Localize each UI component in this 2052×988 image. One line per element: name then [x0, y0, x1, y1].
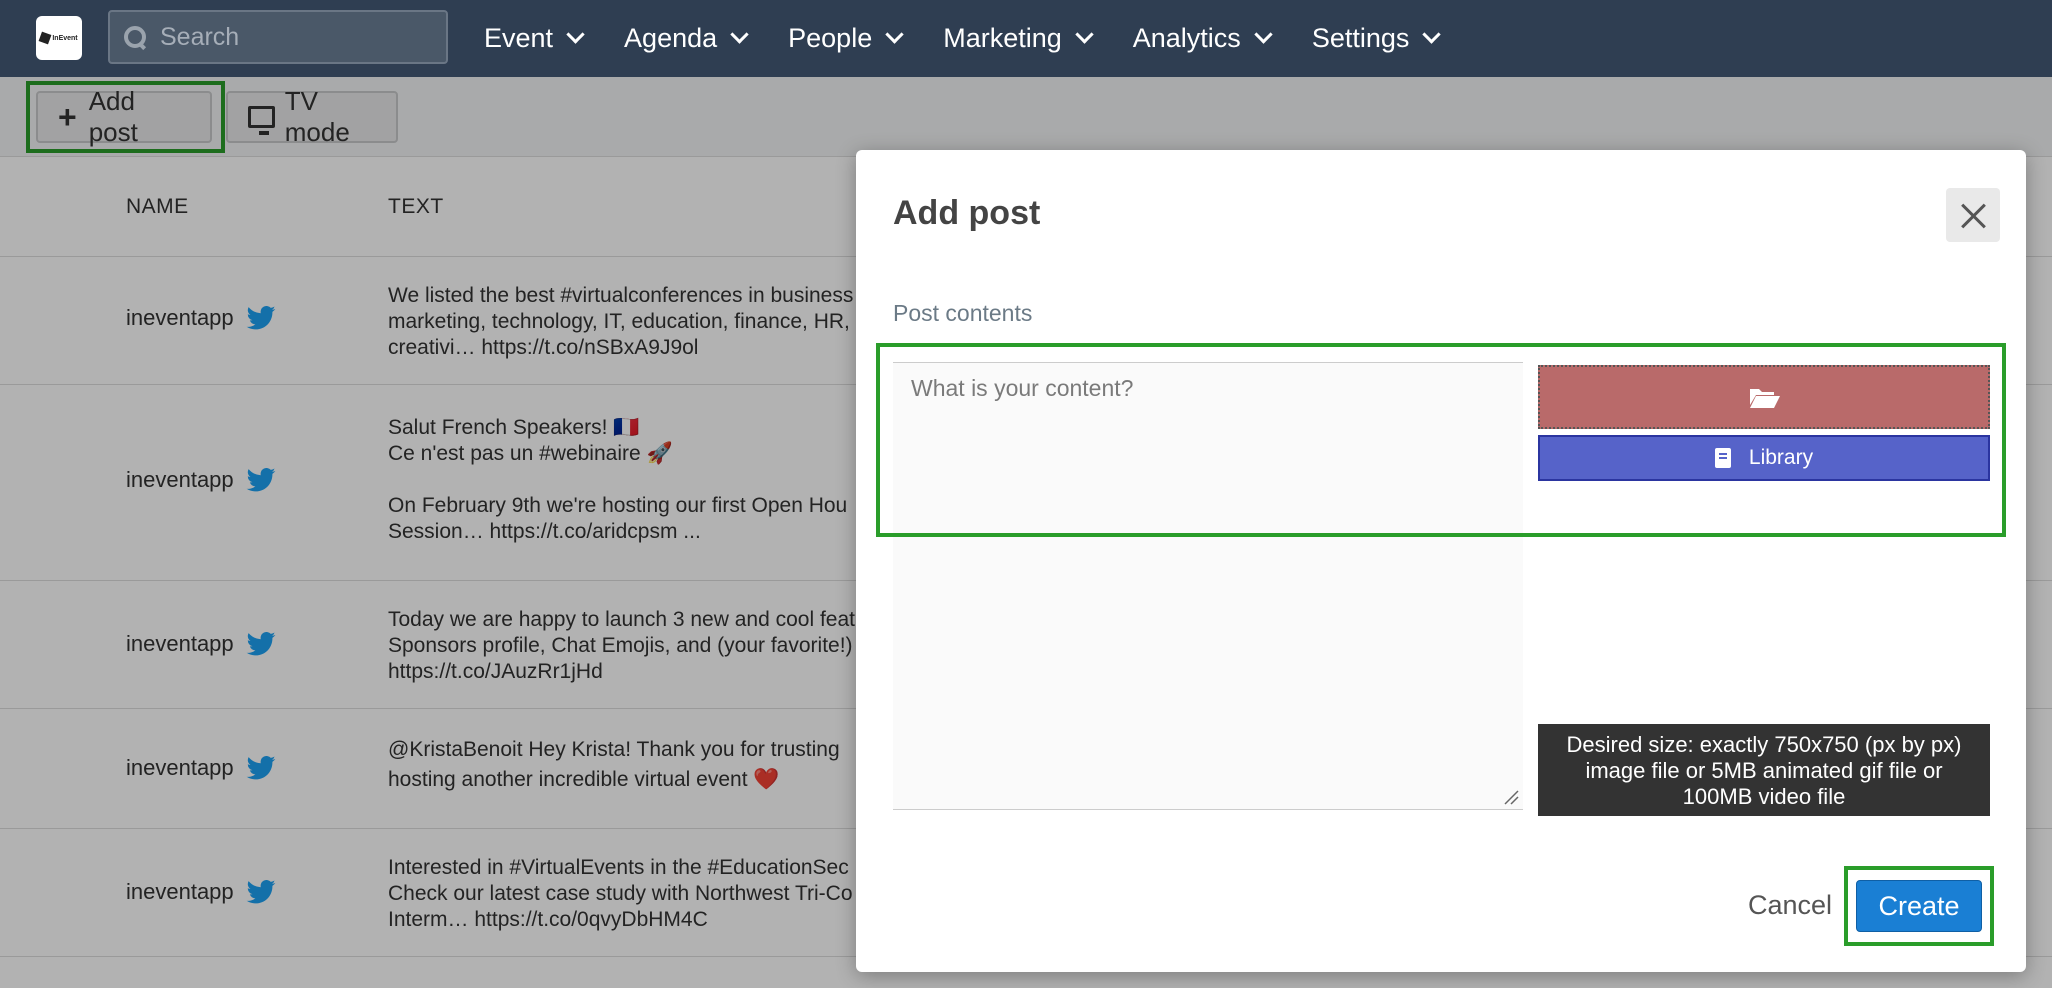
logo-text: InEvent	[52, 34, 78, 42]
nav-marketing[interactable]: Marketing	[943, 23, 1094, 54]
chevron-down-icon	[566, 25, 585, 44]
logo-mark-icon	[38, 31, 52, 45]
chevron-down-icon	[730, 25, 749, 44]
search-box[interactable]	[108, 10, 448, 64]
nav-settings-label: Settings	[1311, 23, 1410, 53]
search-input[interactable]	[160, 22, 420, 52]
search-icon	[124, 26, 146, 48]
upload-size-hint: Desired size: exactly 750x750 (px by px)…	[1538, 724, 1990, 816]
cancel-button[interactable]: Cancel	[1748, 890, 1832, 921]
chevron-down-icon	[885, 25, 904, 44]
top-navbar: InEvent Event Agenda People Marketing An…	[0, 0, 2052, 77]
close-button[interactable]	[1946, 188, 2000, 242]
chevron-down-icon	[1254, 25, 1273, 44]
nav-people[interactable]: People	[788, 23, 904, 54]
nav-agenda[interactable]: Agenda	[624, 23, 749, 54]
logo[interactable]: InEvent	[36, 16, 82, 60]
resize-handle-icon[interactable]	[1503, 789, 1519, 805]
highlight-post-contents	[876, 343, 2006, 537]
main-nav: Event Agenda People Marketing Analytics …	[484, 0, 1480, 77]
chevron-down-icon	[1422, 25, 1442, 44]
add-post-modal: Add post Post contents Library Desired s…	[856, 150, 2026, 972]
nav-analytics-label: Analytics	[1132, 23, 1241, 53]
highlight-create	[1844, 866, 1994, 946]
chevron-down-icon	[1075, 25, 1094, 44]
nav-analytics[interactable]: Analytics	[1132, 23, 1273, 54]
nav-event[interactable]: Event	[484, 23, 585, 54]
close-icon	[1960, 202, 1986, 228]
nav-event-label: Event	[484, 23, 554, 53]
nav-people-label: People	[788, 23, 873, 53]
nav-settings[interactable]: Settings	[1311, 23, 1442, 54]
modal-title: Add post	[893, 194, 1041, 232]
nav-agenda-label: Agenda	[624, 23, 718, 53]
post-contents-label: Post contents	[893, 300, 1033, 326]
nav-marketing-label: Marketing	[943, 23, 1062, 53]
